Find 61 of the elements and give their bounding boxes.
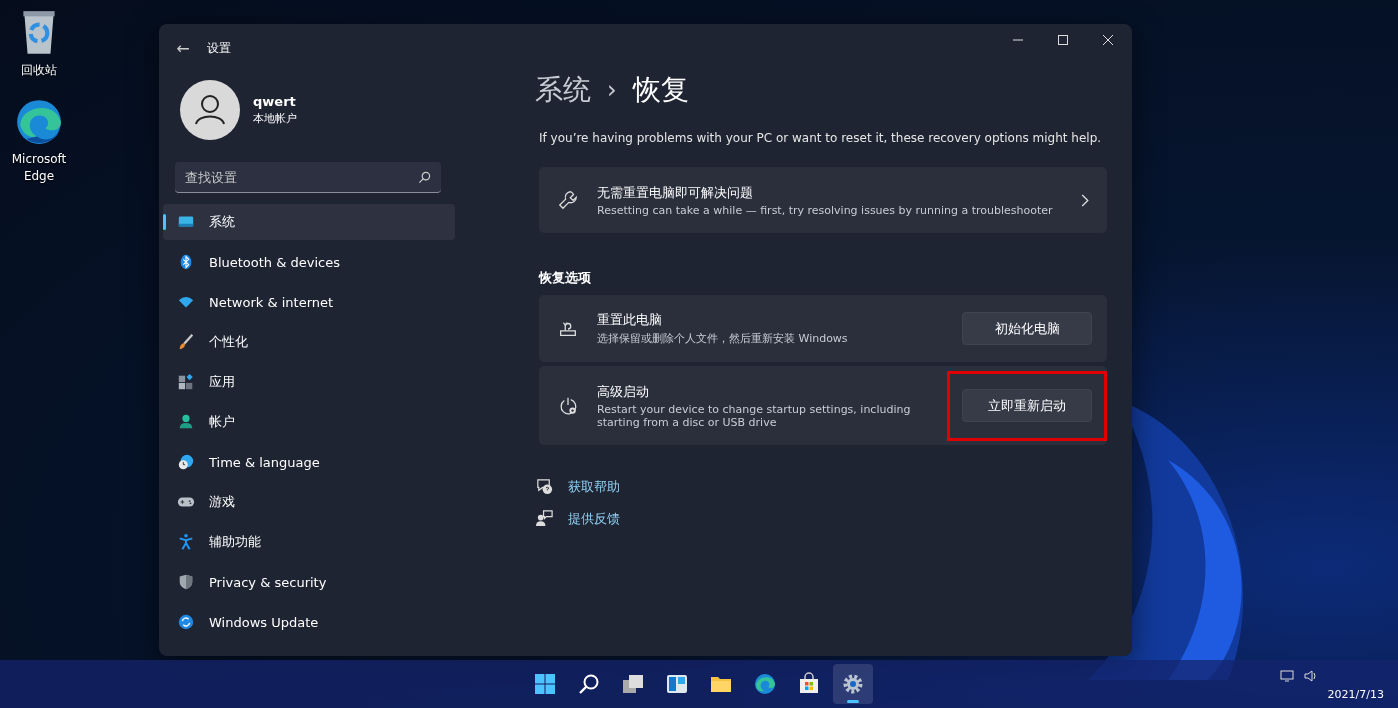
- section-title: 恢复选项: [539, 269, 592, 287]
- shopping-bag-icon: [797, 672, 821, 696]
- windows-logo-icon: [533, 672, 557, 696]
- sidebar-item[interactable]: Windows Update: [163, 604, 455, 640]
- taskbar-date[interactable]: 2021/7/13: [1327, 688, 1384, 704]
- accessibility-icon: [177, 533, 195, 551]
- widgets-icon: [665, 672, 689, 696]
- sync-icon: [177, 613, 195, 631]
- card-subtitle: Resetting can take a while — first, try resolving issues by running a troubleshooter: [597, 203, 1054, 217]
- paintbrush-icon: [177, 333, 195, 351]
- person-icon: [177, 413, 195, 431]
- shield-icon: [177, 573, 195, 591]
- search-icon: [418, 171, 431, 184]
- maximize-icon[interactable]: [1058, 35, 1068, 45]
- breadcrumb-separator: ›: [607, 76, 617, 104]
- account-type: 本地帐户: [253, 111, 297, 126]
- sidebar-item[interactable]: Time & language: [163, 444, 455, 480]
- option-subtitle: 选择保留或删除个人文件，然后重新安装 Windows: [597, 331, 849, 346]
- sidebar-item[interactable]: 帐户: [163, 404, 455, 440]
- option-title: 重置此电脑: [597, 311, 663, 329]
- gear-icon: [841, 672, 865, 696]
- option-button[interactable]: 立即重新启动: [962, 389, 1092, 422]
- edge-icon[interactable]: [14, 97, 64, 147]
- sidebar-item[interactable]: 应用: [163, 364, 455, 400]
- chevron-right-icon: [1081, 193, 1089, 207]
- help-link[interactable]: 获取帮助: [568, 477, 620, 496]
- user-name: qwert: [253, 94, 297, 109]
- back-button[interactable]: ←: [171, 36, 195, 60]
- search-icon: [577, 672, 601, 696]
- option-subtitle: Restart your device to change startup settings, including starting from a disc or USB drive: [597, 402, 912, 429]
- task-view-icon: [621, 672, 645, 696]
- sidebar-item[interactable]: 辅助功能: [163, 524, 455, 560]
- help-link[interactable]: 提供反馈: [568, 509, 620, 528]
- breadcrumb-parent[interactable]: 系统: [535, 71, 591, 109]
- option-button[interactable]: 初始化电脑: [962, 312, 1092, 345]
- taskbar-button[interactable]: [833, 664, 873, 704]
- sidebar-item[interactable]: Privacy & security: [163, 564, 455, 600]
- desktop-icon-label[interactable]: Microsoft Edge: [4, 151, 74, 185]
- monitor-icon[interactable]: [1279, 670, 1294, 682]
- speaker-icon[interactable]: [1303, 670, 1318, 682]
- sidebar-item[interactable]: 个性化: [163, 324, 455, 360]
- avatar-icon: [180, 80, 240, 140]
- feedback-icon: [535, 509, 554, 528]
- apps-icon: [177, 373, 195, 391]
- sidebar-item[interactable]: 游戏: [163, 484, 455, 520]
- troubleshoot-card[interactable]: 无需重置电脑即可解决问题 Resetting can take a while — first, try resolving issues by running a troubleshooter: [539, 167, 1107, 233]
- globe-clock-icon: [177, 453, 195, 471]
- wrench-icon: [557, 189, 579, 211]
- window-title: 设置: [207, 39, 231, 57]
- edge-icon: [753, 672, 777, 696]
- page-description: If you’re having problems with your PC or want to reset it, these recovery options might help.: [539, 131, 1103, 145]
- card-title: 无需重置电脑即可解决问题: [597, 183, 754, 202]
- search-field[interactable]: 查找设置: [175, 162, 441, 193]
- page-title: 恢复: [632, 72, 689, 108]
- sidebar-item[interactable]: Bluetooth & devices: [163, 244, 455, 280]
- sidebar-item[interactable]: 系统: [163, 204, 455, 240]
- sidebar-item[interactable]: Network & internet: [163, 284, 455, 320]
- option-title: 高级启动: [597, 382, 650, 401]
- help-bubble-icon: [535, 477, 554, 496]
- close-icon[interactable]: [1103, 35, 1113, 45]
- desktop-icon-label[interactable]: 回收站: [4, 62, 74, 79]
